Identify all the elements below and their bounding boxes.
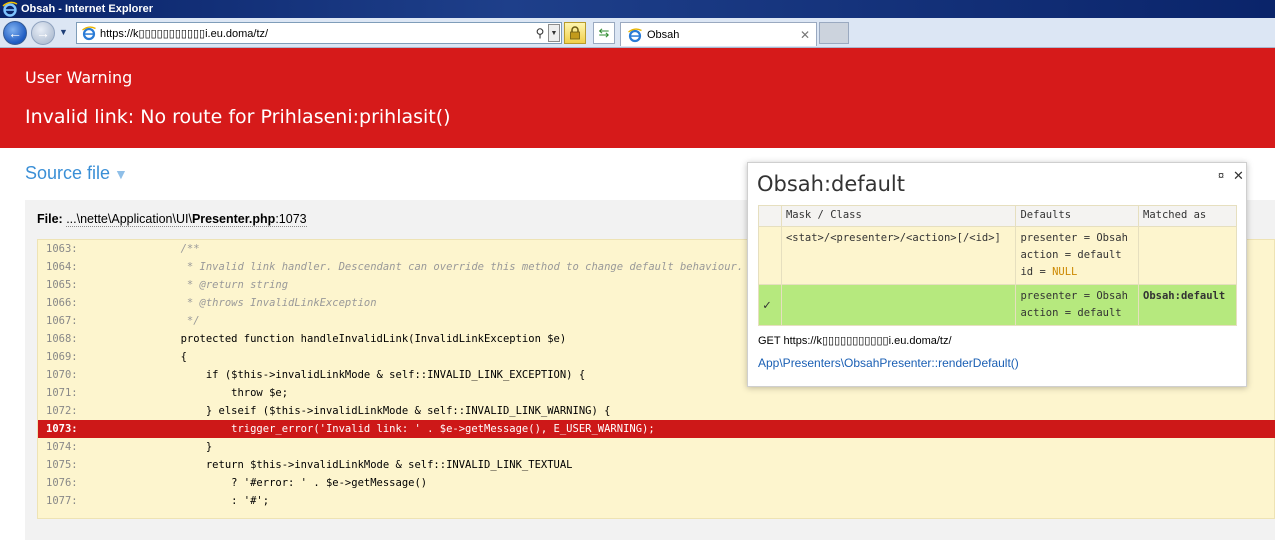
- route-matched: [1138, 226, 1237, 285]
- file-path-prefix: ...\nette\Application\UI\: [66, 212, 192, 226]
- refresh-icon: ⇆: [598, 25, 610, 40]
- collapse-arrow-icon: ▼: [114, 166, 128, 182]
- column-matched: Matched as: [1138, 205, 1237, 227]
- address-bar[interactable]: https://k▯▯▯▯▯▯▯▯▯▯▯i.eu.doma/tz/ ⚲ ▼: [76, 22, 562, 44]
- code-line: 1075: return $this->invalidLinkMode & se…: [46, 459, 573, 471]
- file-name: Presenter.php: [191, 212, 276, 226]
- window-titlebar: Obsah - Internet Explorer: [0, 0, 1275, 18]
- routing-title: Obsah:default: [757, 172, 905, 196]
- table-row: <stat>/<presenter>/<action>[/<id>] prese…: [758, 226, 1237, 285]
- tab-label: Obsah: [647, 28, 680, 41]
- route-defaults: presenter = Obsah action = default: [1015, 284, 1140, 326]
- column-mask: Mask / Class: [780, 205, 1017, 227]
- security-lock-button[interactable]: [564, 22, 586, 44]
- presenter-link[interactable]: App\Presenters\ObsahPresenter::renderDef…: [758, 356, 1019, 370]
- search-icon[interactable]: ⚲: [532, 26, 548, 40]
- address-dropdown-icon[interactable]: ▼: [548, 24, 560, 42]
- browser-toolbar: ← → ▼ https://k▯▯▯▯▯▯▯▯▯▯▯i.eu.doma/tz/ …: [0, 18, 1275, 48]
- history-dropdown-icon[interactable]: ▼: [59, 27, 68, 37]
- tab-page-icon: [628, 27, 642, 42]
- file-label: File:: [37, 212, 63, 226]
- column-check: [758, 205, 782, 227]
- table-header-row: Mask / Class Defaults Matched as: [758, 205, 1237, 227]
- column-defaults: Defaults: [1015, 205, 1140, 227]
- file-link[interactable]: ...\nette\Application\UI\Presenter.php:1…: [66, 212, 307, 227]
- routes-table: Mask / Class Defaults Matched as <stat>/…: [758, 205, 1237, 326]
- route-mask: [780, 284, 1017, 326]
- forward-arrow-icon: →: [36, 25, 50, 41]
- tab-obsah[interactable]: Obsah ✕: [620, 22, 817, 46]
- close-icon[interactable]: ✕: [1233, 168, 1244, 184]
- file-line-number: :1073: [275, 212, 307, 226]
- new-tab-button[interactable]: [819, 22, 849, 44]
- code-line: 1076: ? '#error: ' . $e->getMessage(): [46, 477, 428, 489]
- lock-icon: [570, 26, 580, 40]
- request-url: GET https://k▯▯▯▯▯▯▯▯▯▯▯i.eu.doma/tz/: [758, 335, 952, 347]
- table-row-matched: ✓ presenter = Obsah action = default Obs…: [758, 284, 1237, 326]
- back-arrow-icon: ←: [8, 25, 22, 41]
- close-tab-icon[interactable]: ✕: [798, 28, 812, 42]
- route-check-cell: [758, 226, 782, 285]
- back-button[interactable]: ←: [3, 21, 27, 45]
- refresh-button[interactable]: ⇆: [593, 22, 615, 44]
- route-mask: <stat>/<presenter>/<action>[/<id>]: [780, 226, 1017, 285]
- error-type: User Warning: [25, 68, 133, 87]
- window-title: Obsah - Internet Explorer: [21, 3, 154, 15]
- code-line: 1072: } elseif ($this->invalidLinkMode &…: [46, 405, 611, 417]
- code-line: 1077: : '#';: [46, 495, 270, 507]
- route-matched: Obsah:default: [1138, 284, 1237, 326]
- ie-logo-icon: [2, 1, 18, 17]
- forward-button[interactable]: →: [31, 21, 55, 45]
- source-file-label: Source file: [25, 163, 111, 183]
- pin-icon[interactable]: ¤: [1218, 170, 1224, 182]
- route-defaults: presenter = Obsah action = default id = …: [1015, 226, 1140, 285]
- routing-panel[interactable]: Obsah:default ¤ ✕ Mask / Class Defaults …: [747, 162, 1247, 387]
- checkmark-icon: ✓: [758, 284, 782, 326]
- source-file-toggle[interactable]: Source file ▼: [25, 163, 128, 184]
- address-input[interactable]: https://k▯▯▯▯▯▯▯▯▯▯▯i.eu.doma/tz/: [100, 27, 532, 40]
- highlighted-code-line: 1073: trigger_error('Invalid link: ' . $…: [38, 420, 1275, 438]
- file-path: File: ...\nette\Application\UI\Presenter…: [37, 212, 307, 227]
- error-header: User Warning Invalid link: No route for …: [0, 48, 1275, 148]
- page-icon: [82, 26, 96, 41]
- code-line: 1074: }: [46, 441, 213, 453]
- error-message: Invalid link: No route for Prihlaseni:pr…: [25, 106, 451, 128]
